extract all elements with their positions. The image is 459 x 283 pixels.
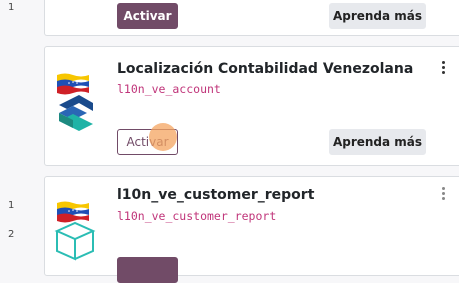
module-card: Localización Contabilidad Venezolana l10… xyxy=(44,46,459,166)
click-indicator xyxy=(149,123,177,151)
gutter-number: 1 xyxy=(8,2,15,13)
learn-more-button[interactable]: Aprenda más xyxy=(329,129,426,155)
venezuela-flag-accounting-icon xyxy=(53,73,97,143)
activate-button[interactable]: Activar xyxy=(117,3,178,29)
more-options-icon[interactable] xyxy=(442,187,446,200)
more-options-icon[interactable] xyxy=(442,61,446,74)
gutter-number: 2 xyxy=(8,229,15,240)
module-title[interactable]: Localización Contabilidad Venezolana xyxy=(117,61,413,77)
activate-button[interactable] xyxy=(117,257,178,283)
module-technical-name: l10n_ve_account xyxy=(117,82,221,96)
venezuela-flag-box-icon xyxy=(53,201,97,271)
gutter-number: 1 xyxy=(8,200,15,211)
module-technical-name: l10n_ve_customer_report xyxy=(117,209,277,223)
module-card: l10n_ve_customer_report l10n_ve_customer… xyxy=(44,176,459,283)
learn-more-button[interactable]: Aprenda más xyxy=(329,3,426,29)
module-title[interactable]: l10n_ve_customer_report xyxy=(117,187,314,203)
module-card: Activar Aprenda más xyxy=(44,0,459,36)
